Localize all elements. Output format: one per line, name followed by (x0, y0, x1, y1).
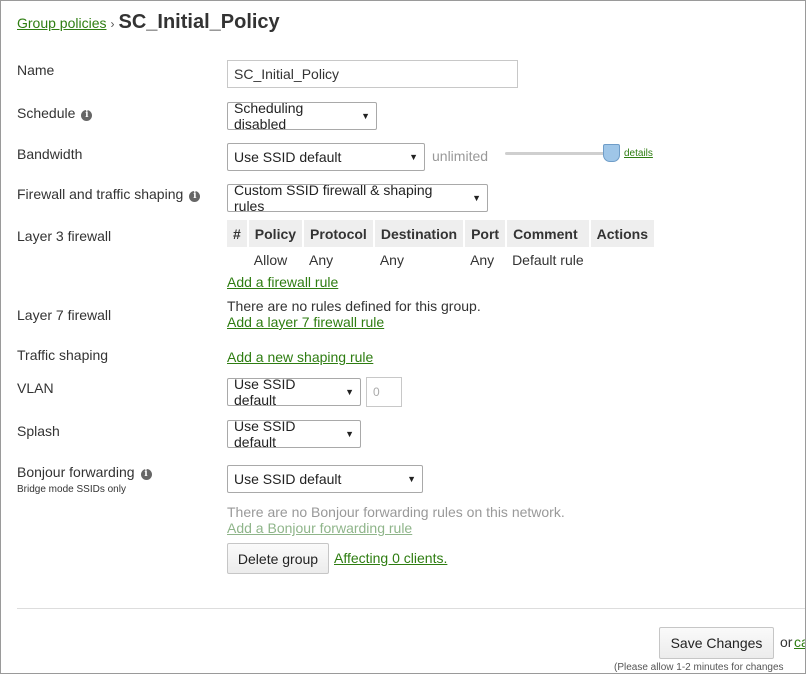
breadcrumb-group-policies-link[interactable]: Group policies (17, 15, 107, 31)
save-note: (Please allow 1-2 minutes for changes (614, 662, 784, 673)
page-title: SC_Initial_Policy (118, 11, 280, 33)
column-header-comment: Comment (506, 220, 591, 247)
caret-down-icon: ▼ (345, 387, 354, 397)
cell-comment: Default rule (512, 252, 584, 268)
bonjour-empty-text: There are no Bonjour forwarding rules on… (227, 504, 565, 520)
firewall-info-icon[interactable]: i (189, 191, 201, 202)
breadcrumb: Group policies › SC_Initial_Policy (17, 11, 280, 34)
bandwidth-select-value: Use SSID default (234, 149, 342, 165)
schedule-select[interactable]: Scheduling disabled ▼ (227, 100, 377, 132)
bonjour-info-icon[interactable]: i (140, 469, 152, 480)
splash-select-value: Use SSID default (234, 418, 296, 450)
footer-divider (17, 608, 805, 609)
bandwidth-select[interactable]: Use SSID default ▼ (227, 143, 425, 171)
column-header-policy: Policy (247, 220, 305, 247)
table-row: Allow Any Any Any Default rule (227, 247, 655, 273)
add-layer7-rule-link[interactable]: Add a layer 7 firewall rule (227, 314, 384, 330)
caret-down-icon: ▼ (409, 152, 418, 162)
firewall-select-value: Custom SSID firewall & shaping rules (234, 182, 433, 214)
vlan-label: VLAN (17, 380, 54, 396)
vlan-number-input[interactable]: 0 (366, 377, 402, 407)
column-header-number: # (227, 220, 249, 247)
bandwidth-slider-track[interactable] (505, 152, 611, 155)
delete-group-button[interactable]: Delete group (227, 543, 329, 574)
cancel-link[interactable]: ca (794, 634, 805, 650)
schedule-select-value: Scheduling disabled (234, 100, 304, 132)
layer3-label: Layer 3 firewall (17, 228, 112, 244)
save-changes-button[interactable]: Save Changes (659, 627, 774, 659)
cell-protocol: Any (309, 252, 334, 268)
firewall-label: Firewall and traffic shaping (17, 186, 184, 202)
column-header-protocol: Protocol (303, 220, 375, 247)
bonjour-label-row: Bonjour forwarding i (17, 464, 152, 480)
page-frame: Group policies › SC_Initial_Policy Name … (0, 0, 806, 674)
splash-label: Splash (17, 423, 60, 439)
or-text: or (780, 634, 793, 650)
column-header-port: Port (464, 220, 508, 247)
add-firewall-rule-link[interactable]: Add a firewall rule (227, 274, 338, 290)
bonjour-sublabel: Bridge mode SSIDs only (17, 484, 126, 495)
cell-policy: Allow (253, 252, 288, 268)
add-shaping-rule-link[interactable]: Add a new shaping rule (227, 349, 373, 365)
layer7-empty-text: There are no rules defined for this grou… (227, 298, 481, 314)
cell-port: Any (470, 252, 495, 268)
column-header-destination: Destination (373, 220, 466, 247)
vlan-select[interactable]: Use SSID default ▼ (227, 376, 361, 408)
firewall-label-row: Firewall and traffic shaping i (17, 186, 201, 202)
caret-down-icon: ▼ (361, 111, 370, 121)
affecting-clients-link[interactable]: Affecting 0 clients. (334, 550, 447, 566)
name-input[interactable]: SC_Initial_Policy (227, 60, 518, 88)
bandwidth-limit-text: unlimited (432, 148, 489, 164)
bandwidth-details-link[interactable]: details (624, 148, 653, 159)
bonjour-select-value: Use SSID default (234, 471, 342, 487)
breadcrumb-separator: › (110, 17, 115, 31)
vlan-select-value: Use SSID default (234, 376, 296, 408)
cell-number (227, 247, 248, 273)
traffic-shaping-label: Traffic shaping (17, 347, 109, 363)
caret-down-icon: ▼ (407, 474, 416, 484)
schedule-label-row: Schedule i (17, 105, 93, 121)
bonjour-label: Bonjour forwarding (17, 464, 135, 480)
caret-down-icon: ▼ (345, 429, 354, 439)
splash-select[interactable]: Use SSID default ▼ (227, 418, 361, 450)
caret-down-icon: ▼ (472, 193, 481, 203)
table-header-row: # Policy Protocol Destination Port Comme… (227, 220, 657, 247)
firewall-select[interactable]: Custom SSID firewall & shaping rules ▼ (227, 182, 488, 214)
vlan-number-placeholder: 0 (373, 385, 380, 399)
name-input-value: SC_Initial_Policy (234, 66, 340, 82)
schedule-label: Schedule (17, 105, 76, 121)
add-bonjour-rule-link[interactable]: Add a Bonjour forwarding rule (227, 520, 412, 536)
cell-destination: Any (379, 252, 404, 268)
bandwidth-slider-handle[interactable] (603, 144, 620, 162)
schedule-info-icon[interactable]: i (81, 110, 93, 121)
cell-actions (590, 247, 655, 273)
layer7-label: Layer 7 firewall (17, 307, 112, 323)
layer3-firewall-table: # Policy Protocol Destination Port Comme… (227, 220, 657, 273)
bonjour-select[interactable]: Use SSID default ▼ (227, 465, 423, 493)
bandwidth-label: Bandwidth (17, 146, 83, 162)
column-header-actions: Actions (589, 220, 657, 247)
name-label: Name (17, 62, 55, 78)
